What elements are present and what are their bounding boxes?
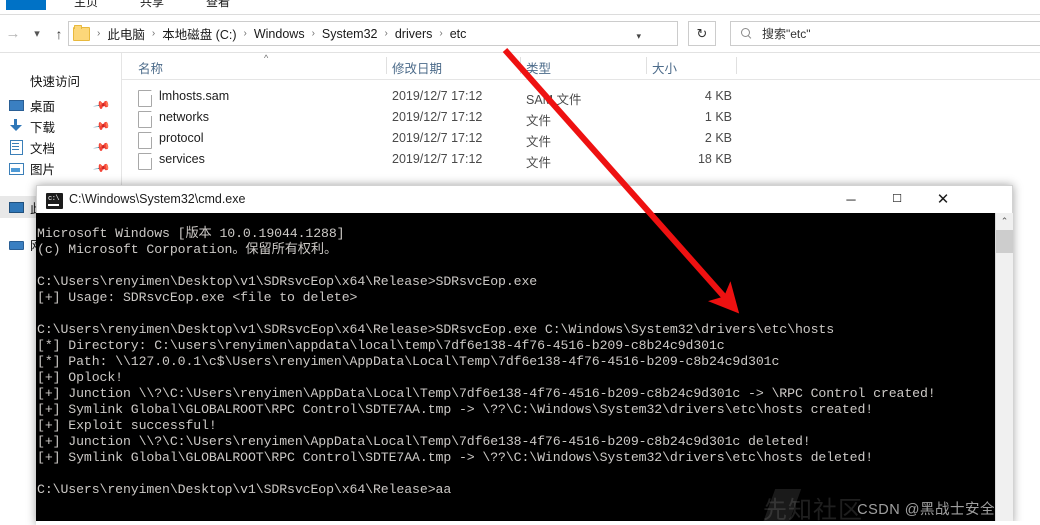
breadcrumb-separator: › xyxy=(439,28,443,39)
pin-icon[interactable]: 📌 xyxy=(93,138,112,157)
breadcrumb-item-0[interactable]: 此电脑 xyxy=(104,22,148,45)
ribbon-tab-home[interactable]: 主页 xyxy=(74,0,98,10)
breadcrumb-item-1[interactable]: 本地磁盘 (C:) xyxy=(159,22,239,45)
scroll-up-icon[interactable]: ⌃ xyxy=(996,213,1013,230)
file-size: 1 KB xyxy=(704,110,732,124)
file-date: 2019/12/7 17:12 xyxy=(392,131,483,145)
table-row[interactable]: networks 2019/12/7 17:12 文件 1 KB xyxy=(122,108,1040,129)
column-divider[interactable] xyxy=(520,57,521,74)
sidebar-item-label: 桌面 xyxy=(30,99,56,114)
refresh-icon[interactable]: ↻ xyxy=(688,21,716,46)
watermark-text: CSDN @黑战士安全 xyxy=(857,502,995,518)
sidebar-item-quick-access[interactable]: 快速访问 xyxy=(0,69,121,91)
table-row[interactable]: lmhosts.sam 2019/12/7 17:12 SAM 文件 4 KB xyxy=(122,87,1040,108)
column-divider[interactable] xyxy=(736,57,737,74)
window-bottom-edge xyxy=(36,521,1040,525)
up-arrow-icon[interactable]: ↑ xyxy=(48,23,70,45)
breadcrumb-separator: › xyxy=(384,28,388,39)
sort-ascending-icon: ^ xyxy=(264,53,269,63)
cmd-title-text: C:\Windows\System32\cmd.exe xyxy=(69,192,246,206)
file-type: 文件 xyxy=(526,114,552,128)
cmd-title-bar[interactable]: C:\Windows\System32\cmd.exe ─ ☐ ✕ xyxy=(36,185,1013,213)
table-row[interactable]: services 2019/12/7 17:12 文件 18 KB xyxy=(122,150,1040,171)
ribbon-tab-share[interactable]: 共享 xyxy=(140,0,164,10)
file-type: 文件 xyxy=(526,156,552,170)
this-pc-icon xyxy=(8,199,24,215)
watermark-logo-text: 先知社区 xyxy=(763,497,863,524)
search-input[interactable]: 搜索"etc" xyxy=(730,21,1040,46)
cmd-vertical-scrollbar[interactable]: ⌃ xyxy=(995,213,1013,525)
file-type: 文件 xyxy=(526,135,552,149)
file-size: 2 KB xyxy=(704,131,732,145)
pin-icon[interactable]: 📌 xyxy=(93,159,112,178)
breadcrumb-item-5[interactable]: etc xyxy=(447,25,470,43)
star-icon xyxy=(8,72,24,88)
cmd-output-text: Microsoft Windows [版本 10.0.19044.1288] (… xyxy=(37,226,936,498)
column-divider[interactable] xyxy=(646,57,647,74)
ribbon-bar: 主页 共享 查看 xyxy=(0,0,1040,15)
file-icon xyxy=(138,153,152,170)
breadcrumb-separator: › xyxy=(311,28,315,39)
breadcrumb-separator: › xyxy=(97,28,101,39)
cmd-window: C:\Windows\System32\cmd.exe ─ ☐ ✕ Micros… xyxy=(36,185,1040,525)
file-date: 2019/12/7 17:12 xyxy=(392,152,483,166)
column-header-date-modified[interactable]: 修改日期 xyxy=(392,58,442,77)
file-name: services xyxy=(159,152,205,166)
file-name: protocol xyxy=(159,131,204,145)
column-header-row: 名称 ^ 修改日期 类型 大小 xyxy=(122,53,1040,80)
ribbon-tab-view[interactable]: 查看 xyxy=(206,0,230,10)
scrollbar-thumb[interactable] xyxy=(996,230,1013,253)
close-button[interactable]: ✕ xyxy=(920,186,966,213)
sidebar-item-label: 下载 xyxy=(30,120,56,135)
sidebar-item-downloads[interactable]: 下载 📌 xyxy=(0,115,121,137)
file-icon xyxy=(138,111,152,128)
forward-arrow-icon[interactable]: → xyxy=(2,23,24,45)
column-header-type[interactable]: 类型 xyxy=(526,58,551,77)
column-divider[interactable] xyxy=(386,57,387,74)
breadcrumb-item-3[interactable]: System32 xyxy=(319,25,381,43)
file-date: 2019/12/7 17:12 xyxy=(392,89,483,103)
file-date: 2019/12/7 17:12 xyxy=(392,110,483,124)
sidebar-item-documents[interactable]: 文档 📌 xyxy=(0,136,121,158)
breadcrumb-chevron-down-icon[interactable]: ▾ xyxy=(636,31,641,42)
minimize-button[interactable]: ─ xyxy=(828,186,874,213)
documents-icon xyxy=(8,139,24,155)
sidebar-item-label: 文档 xyxy=(30,141,56,156)
sidebar-item-label: 快速访问 xyxy=(30,74,81,89)
breadcrumb-item-4[interactable]: drivers xyxy=(392,25,436,43)
downloads-icon xyxy=(8,118,24,134)
sidebar-item-desktop[interactable]: 桌面 📌 xyxy=(0,94,121,116)
search-value: 搜索"etc" xyxy=(762,27,811,41)
pin-icon[interactable]: 📌 xyxy=(93,117,112,136)
cmd-icon xyxy=(46,193,63,209)
sidebar-item-pictures[interactable]: 图片 📌 xyxy=(0,157,121,179)
file-size: 4 KB xyxy=(704,89,732,103)
network-icon xyxy=(8,236,24,252)
file-type: SAM 文件 xyxy=(526,93,582,107)
file-icon xyxy=(138,132,152,149)
column-header-name[interactable]: 名称 xyxy=(138,58,163,77)
pictures-icon xyxy=(8,160,24,176)
sidebar-item-label: 图片 xyxy=(30,162,56,177)
table-row[interactable]: protocol 2019/12/7 17:12 文件 2 KB xyxy=(122,129,1040,150)
search-icon xyxy=(741,27,753,40)
ribbon-file-tab[interactable] xyxy=(6,0,46,10)
file-size: 18 KB xyxy=(697,152,732,166)
breadcrumb-separator: › xyxy=(151,28,156,39)
file-name: lmhosts.sam xyxy=(159,89,230,103)
file-name: networks xyxy=(159,110,210,124)
recent-locations-chevron-down-icon[interactable]: ▾ xyxy=(26,23,48,45)
pin-icon[interactable]: 📌 xyxy=(93,96,112,115)
breadcrumb-item-2[interactable]: Windows xyxy=(251,25,308,43)
file-icon xyxy=(138,90,152,107)
cmd-terminal-output[interactable]: Microsoft Windows [版本 10.0.19044.1288] (… xyxy=(36,213,1013,525)
breadcrumb[interactable]: › 此电脑 › 本地磁盘 (C:) › Windows › System32 ›… xyxy=(68,21,678,46)
maximize-button[interactable]: ☐ xyxy=(874,186,920,213)
desktop-icon xyxy=(8,97,24,113)
folder-icon xyxy=(73,24,90,41)
address-bar: → ▾ ↑ › 此电脑 › 本地磁盘 (C:) › Windows › Syst… xyxy=(0,15,1040,53)
breadcrumb-separator: › xyxy=(243,28,247,39)
column-header-size[interactable]: 大小 xyxy=(652,58,677,77)
